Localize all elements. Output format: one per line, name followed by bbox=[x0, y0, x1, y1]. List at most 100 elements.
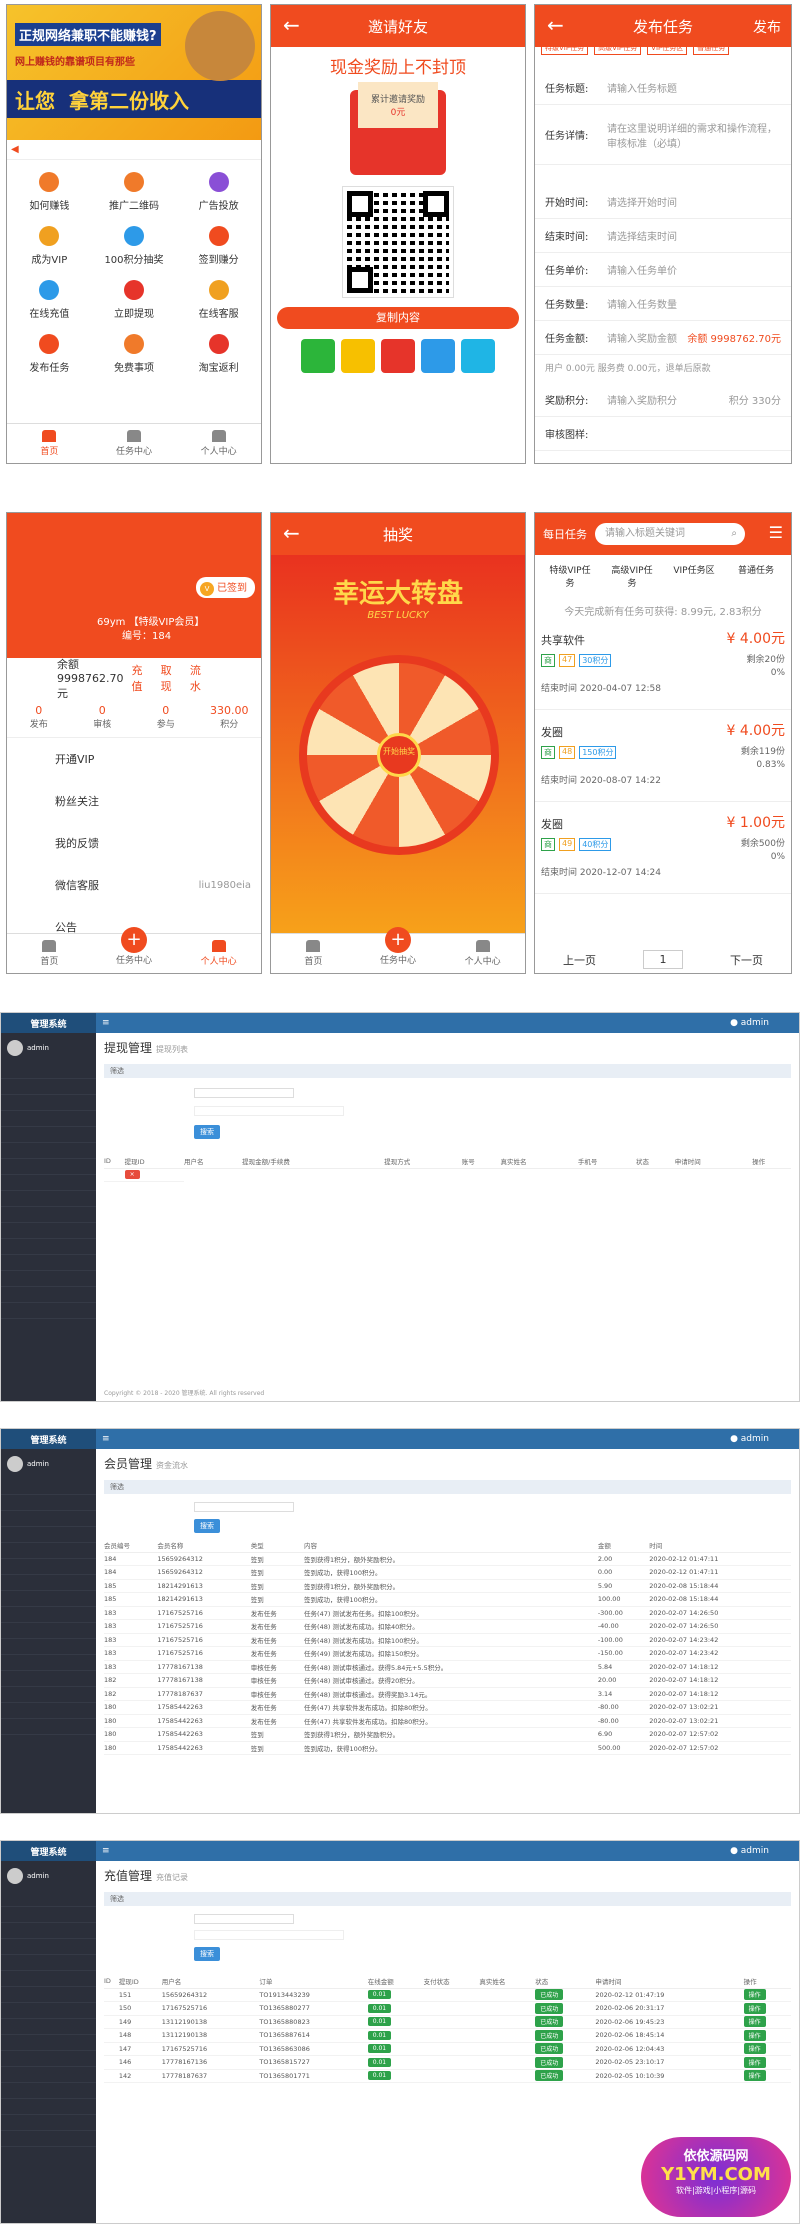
sidebar-item[interactable] bbox=[1, 1207, 96, 1223]
grid-item[interactable]: 签到赚分 bbox=[176, 226, 261, 266]
op-button[interactable]: 操作 bbox=[743, 2056, 766, 2068]
sidebar-item[interactable] bbox=[1, 1239, 96, 1255]
task-item[interactable]: 发圈 ¥ 1.00元商 49 40积分 剩余500份 0% 结束时间 2020-12-07 … bbox=[535, 802, 791, 894]
grid-item[interactable]: 立即提现 bbox=[92, 280, 177, 320]
sidebar-item[interactable] bbox=[1, 1987, 96, 2003]
grid-item[interactable]: 广告投放 bbox=[176, 172, 261, 212]
status-radios[interactable] bbox=[194, 1930, 344, 1940]
grid-item[interactable]: 在线充值 bbox=[7, 280, 92, 320]
wechat-icon[interactable] bbox=[301, 339, 335, 373]
tab-home[interactable]: 首页 bbox=[7, 934, 92, 973]
sidebar-item[interactable] bbox=[1, 1527, 96, 1543]
sidebar-item[interactable] bbox=[1, 1719, 96, 1735]
sidebar-item[interactable] bbox=[1, 1271, 96, 1287]
op-button[interactable]: 操作 bbox=[743, 2002, 766, 2014]
qq-icon[interactable] bbox=[421, 339, 455, 373]
back-icon[interactable]: ← bbox=[283, 521, 300, 545]
sidebar-item[interactable] bbox=[1, 2083, 96, 2099]
prev-page[interactable]: 上一页 bbox=[563, 952, 596, 968]
checkbox-cell[interactable] bbox=[104, 2055, 119, 2070]
menu-icon[interactable]: ≡ bbox=[102, 1018, 110, 1028]
grid-item[interactable]: 在线客服 bbox=[176, 280, 261, 320]
sidebar-item[interactable] bbox=[1, 1175, 96, 1191]
sidebar-item[interactable] bbox=[1, 1111, 96, 1127]
sidebar-item[interactable] bbox=[1, 1159, 96, 1175]
keyword-input[interactable] bbox=[194, 1088, 294, 1098]
checkbox-cell[interactable] bbox=[104, 1988, 119, 2002]
form-input[interactable]: 请输入任务标题 bbox=[607, 80, 781, 95]
sidebar-item[interactable] bbox=[1, 1543, 96, 1559]
user-avatar[interactable]: ● admin bbox=[730, 1018, 769, 1028]
form-input[interactable]: 请输入奖励金额 bbox=[607, 330, 687, 345]
sidebar-item[interactable] bbox=[1, 1923, 96, 1939]
start-button[interactable]: 开始抽奖 bbox=[377, 733, 421, 777]
keyword-input[interactable] bbox=[194, 1502, 294, 1512]
link-recharge[interactable]: 充值 bbox=[131, 662, 152, 694]
checkbox-cell[interactable] bbox=[104, 2015, 119, 2029]
sidebar-item[interactable] bbox=[1, 1303, 96, 1319]
sidebar-item[interactable] bbox=[1, 1287, 96, 1303]
sidebar-item[interactable] bbox=[1, 1639, 96, 1655]
op-button[interactable]: 操作 bbox=[743, 2043, 766, 2055]
form-input[interactable]: 请输入奖励积分 bbox=[607, 392, 729, 407]
checkbox-cell[interactable] bbox=[104, 2042, 119, 2056]
copy-button[interactable]: 复制内容 bbox=[277, 307, 519, 329]
sidebar-item[interactable] bbox=[1, 1655, 96, 1671]
grid-item[interactable]: 免费事项 bbox=[92, 334, 177, 374]
grid-item[interactable]: 100积分抽奖 bbox=[92, 226, 177, 266]
sidebar-item[interactable] bbox=[1, 1703, 96, 1719]
sidebar-item[interactable] bbox=[1, 1575, 96, 1591]
tab-tasks[interactable]: + 任务中心 bbox=[356, 927, 441, 973]
search-button[interactable]: 搜索 bbox=[194, 1947, 220, 1961]
tab-home[interactable]: 首页 bbox=[7, 424, 92, 463]
tab-tasks[interactable]: + 任务中心 bbox=[92, 927, 177, 973]
menu-icon[interactable]: ☰ bbox=[769, 523, 783, 542]
menu-item[interactable]: 开通VIP bbox=[55, 738, 261, 780]
link-withdraw[interactable]: 取现 bbox=[161, 662, 182, 694]
back-icon[interactable]: ← bbox=[547, 13, 564, 37]
grid-item[interactable]: 如何赚钱 bbox=[7, 172, 92, 212]
sidebar-item[interactable] bbox=[1, 1671, 96, 1687]
sidebar-item[interactable] bbox=[1, 1143, 96, 1159]
sidebar-item[interactable] bbox=[1, 2115, 96, 2131]
search-button[interactable]: 搜索 bbox=[194, 1125, 220, 1139]
tab-me[interactable]: 个人中心 bbox=[440, 934, 525, 973]
op-button[interactable]: 操作 bbox=[743, 2016, 766, 2028]
star-icon[interactable] bbox=[341, 339, 375, 373]
sidebar-item[interactable] bbox=[1, 1971, 96, 1987]
sidebar-item[interactable] bbox=[1, 1511, 96, 1527]
tab-me[interactable]: 个人中心 bbox=[176, 934, 261, 973]
sidebar-item[interactable] bbox=[1, 1687, 96, 1703]
form-input[interactable]: 请输入任务数量 bbox=[607, 296, 781, 311]
sidebar-item[interactable] bbox=[1, 1623, 96, 1639]
sidebar-item[interactable] bbox=[1, 1095, 96, 1111]
sidebar-item[interactable] bbox=[1, 2131, 96, 2147]
sidebar-item[interactable] bbox=[1, 2099, 96, 2115]
sidebar-item[interactable] bbox=[1, 2051, 96, 2067]
form-input[interactable]: 请选择结束时间 bbox=[607, 228, 781, 243]
sidebar-item[interactable] bbox=[1, 1591, 96, 1607]
menu-item[interactable]: 我的反馈 bbox=[55, 822, 261, 864]
sidebar-item[interactable] bbox=[1, 1495, 96, 1511]
menu-item[interactable]: 粉丝关注 bbox=[55, 780, 261, 822]
sidebar-item[interactable] bbox=[1, 1255, 96, 1271]
sidebar-item[interactable] bbox=[1, 1891, 96, 1907]
back-icon[interactable]: ← bbox=[283, 13, 300, 37]
search-icon[interactable]: ⌕ bbox=[731, 523, 737, 545]
sidebar-item[interactable] bbox=[1, 1479, 96, 1495]
task-category[interactable]: VIP任务区 bbox=[669, 563, 719, 589]
sidebar-item[interactable] bbox=[1, 1607, 96, 1623]
sidebar-item[interactable] bbox=[1, 1955, 96, 1971]
sidebar-item[interactable] bbox=[1, 1223, 96, 1239]
page-input[interactable]: 1 bbox=[643, 950, 683, 969]
grid-item[interactable]: 发布任务 bbox=[7, 334, 92, 374]
sidebar-item[interactable] bbox=[1, 2067, 96, 2083]
sidebar-item[interactable] bbox=[1, 2035, 96, 2051]
grid-item[interactable]: 成为VIP bbox=[7, 226, 92, 266]
op-button[interactable]: 操作 bbox=[743, 1989, 766, 2001]
weibo-icon[interactable] bbox=[381, 339, 415, 373]
sidebar-item[interactable] bbox=[1, 1907, 96, 1923]
task-category[interactable]: 特级VIP任务 bbox=[545, 563, 595, 589]
sidebar-item[interactable] bbox=[1, 1063, 96, 1079]
task-item[interactable]: 发圈 ¥ 4.00元商 48 150积分 剩余119份 0.83% 结束时间 2020-08… bbox=[535, 710, 791, 802]
